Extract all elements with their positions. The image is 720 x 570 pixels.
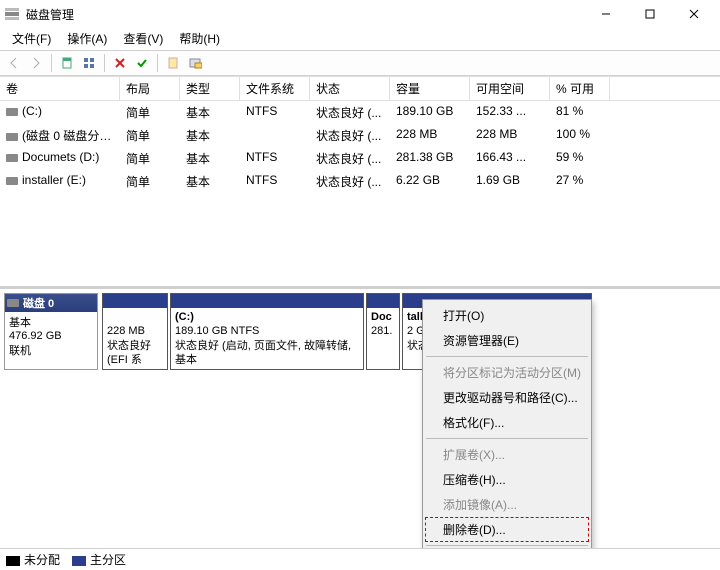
table-row[interactable]: (C:)简单基本NTFS状态良好 (...189.10 GB152.33 ...…	[0, 101, 720, 124]
toolbar	[0, 50, 720, 76]
context-menu: 打开(O) 资源管理器(E) 将分区标记为活动分区(M) 更改驱动器号和路径(C…	[422, 299, 592, 548]
check-icon[interactable]	[132, 53, 152, 73]
menu-help[interactable]: 帮助(H)	[171, 28, 228, 49]
refresh-icon[interactable]	[57, 53, 77, 73]
table-row[interactable]: (磁盘 0 磁盘分区 1)简单基本状态良好 (...228 MB228 MB10…	[0, 124, 720, 147]
minimize-button[interactable]	[584, 1, 628, 27]
menu-view[interactable]: 查看(V)	[115, 28, 171, 49]
ctx-delete[interactable]: 删除卷(D)...	[425, 517, 589, 542]
properties-icon[interactable]	[163, 53, 183, 73]
col-type[interactable]: 类型	[180, 77, 240, 100]
window-title: 磁盘管理	[26, 6, 584, 23]
menu-action[interactable]: 操作(A)	[59, 28, 115, 49]
legend-primary: 主分区	[72, 551, 126, 568]
partition[interactable]: 228 MB状态良好 (EFI 系	[102, 293, 168, 370]
col-cap[interactable]: 容量	[390, 77, 470, 100]
ctx-open[interactable]: 打开(O)	[425, 303, 589, 328]
col-pct[interactable]: % 可用	[550, 77, 610, 100]
col-free[interactable]: 可用空间	[470, 77, 550, 100]
legend: 未分配 主分区	[0, 548, 720, 570]
settings-icon[interactable]	[185, 53, 205, 73]
table-row[interactable]: Documets (D:)简单基本NTFS状态良好 (...281.38 GB1…	[0, 147, 720, 170]
volume-header: 卷 布局 类型 文件系统 状态 容量 可用空间 % 可用	[0, 76, 720, 101]
partition[interactable]: (C:)189.10 GB NTFS状态良好 (启动, 页面文件, 故障转储, …	[170, 293, 364, 370]
col-fs[interactable]: 文件系统	[240, 77, 310, 100]
col-volume[interactable]: 卷	[0, 77, 120, 100]
menubar: 文件(F) 操作(A) 查看(V) 帮助(H)	[0, 28, 720, 50]
disk-type: 基本	[9, 314, 93, 330]
col-layout[interactable]: 布局	[120, 77, 180, 100]
partition[interactable]: Doc281.	[366, 293, 400, 370]
app-icon	[4, 6, 20, 22]
ctx-active: 将分区标记为活动分区(M)	[425, 360, 589, 385]
grid-icon[interactable]	[79, 53, 99, 73]
table-row[interactable]: installer (E:)简单基本NTFS状态良好 (...6.22 GB1.…	[0, 170, 720, 193]
disk-map: 磁盘 0 基本 476.92 GB 联机 228 MB状态良好 (EFI 系(C…	[0, 286, 720, 548]
ctx-format[interactable]: 格式化(F)...	[425, 410, 589, 435]
nav-back-icon	[4, 53, 24, 73]
disk-online: 联机	[9, 342, 93, 358]
disk-icon	[7, 299, 19, 307]
ctx-explorer[interactable]: 资源管理器(E)	[425, 328, 589, 353]
col-status[interactable]: 状态	[310, 77, 390, 100]
legend-unalloc: 未分配	[6, 551, 60, 568]
nav-forward-icon	[26, 53, 46, 73]
ctx-extend: 扩展卷(X)...	[425, 442, 589, 467]
disk-info[interactable]: 磁盘 0 基本 476.92 GB 联机	[4, 293, 98, 370]
volume-list[interactable]: 卷 布局 类型 文件系统 状态 容量 可用空间 % 可用 (C:)简单基本NTF…	[0, 76, 720, 286]
ctx-mirror: 添加镜像(A)...	[425, 492, 589, 517]
menu-file[interactable]: 文件(F)	[4, 28, 59, 49]
ctx-shrink[interactable]: 压缩卷(H)...	[425, 467, 589, 492]
disk-label: 磁盘 0	[5, 294, 97, 312]
disk-size: 476.92 GB	[9, 330, 93, 342]
titlebar: 磁盘管理	[0, 0, 720, 28]
ctx-drive[interactable]: 更改驱动器号和路径(C)...	[425, 385, 589, 410]
close-button[interactable]	[672, 1, 716, 27]
maximize-button[interactable]	[628, 1, 672, 27]
delete-icon[interactable]	[110, 53, 130, 73]
